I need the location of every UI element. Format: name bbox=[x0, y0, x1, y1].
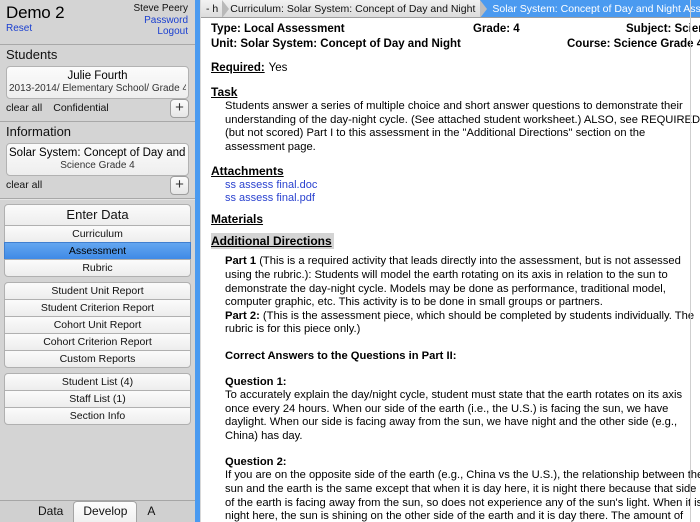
sidebar-filler bbox=[0, 425, 195, 500]
meta-type: Type: Local Assessment bbox=[211, 23, 345, 35]
user-name: Steve Peery bbox=[133, 3, 188, 14]
sidebar-item-staff-list[interactable]: Staff List (1) bbox=[4, 390, 191, 407]
part2-paragraph: Part 2: (This is the assessment piece, w… bbox=[211, 310, 700, 337]
sidebar-item-assessment[interactable]: Assessment bbox=[4, 242, 191, 259]
tab-develop[interactable]: Develop bbox=[73, 501, 138, 522]
students-confidential-link[interactable]: Confidential bbox=[53, 102, 108, 114]
question-1-text: To accurately explain the day/night cycl… bbox=[225, 388, 683, 442]
required-line: Required: Yes bbox=[211, 62, 700, 78]
breadcrumb-item-curriculum[interactable]: Curriculum: Solar System: Concept of Day… bbox=[222, 0, 488, 17]
sidebar-item-curriculum[interactable]: Curriculum bbox=[4, 225, 191, 242]
attachment-link-doc[interactable]: ss assess final.doc bbox=[211, 179, 700, 192]
required-value: Yes bbox=[268, 62, 288, 74]
user-block: Steve Peery Password Logout bbox=[134, 3, 188, 38]
information-card[interactable]: Solar System: Concept of Day and Night S… bbox=[6, 143, 189, 176]
sidebar: Demo 2 Steve Peery Password Logout Reset… bbox=[0, 0, 196, 522]
logout-link[interactable]: Logout bbox=[134, 26, 188, 38]
information-section-title: Information bbox=[0, 122, 195, 143]
attachments-heading: Attachments bbox=[211, 164, 284, 179]
breadcrumb-item-truncated[interactable]: - h bbox=[201, 0, 230, 17]
part1-label: Part 1 bbox=[225, 255, 257, 268]
meta-grade: Grade: 4 bbox=[473, 23, 520, 35]
sidebar-item-student-unit-report[interactable]: Student Unit Report bbox=[4, 282, 191, 299]
application-window: Demo 2 Steve Peery Password Logout Reset… bbox=[0, 0, 700, 522]
part2-label: Part 2: bbox=[225, 309, 260, 322]
meta-subject: Subject: Science bbox=[626, 23, 700, 35]
part1-paragraph: Part 1 (This is a required activity that… bbox=[211, 255, 700, 309]
meta-unit: Unit: Solar System: Concept of Day and N… bbox=[211, 38, 461, 50]
assessment-page-inner: Type: Local Assessment Grade: 4 Subject:… bbox=[211, 23, 700, 522]
students-clear-all-link[interactable]: clear all bbox=[6, 102, 42, 114]
students-section-title: Students bbox=[0, 45, 195, 66]
student-card-detail: 2013-2014/ Elementary School/ Grade 4 bbox=[9, 83, 186, 94]
bottom-tab-bar: Data Develop A bbox=[0, 500, 195, 522]
tab-data[interactable]: Data bbox=[28, 501, 73, 522]
question-1-label: Question 1: bbox=[225, 375, 287, 388]
part1-text: (This is a required activity that leads … bbox=[225, 255, 681, 309]
enter-data-header: Enter Data bbox=[4, 204, 191, 225]
content-right-rule bbox=[690, 0, 691, 522]
information-toolbar: clear all + bbox=[0, 176, 195, 198]
lists-group: Student List (4) Staff List (1) Section … bbox=[4, 373, 191, 425]
tab-a[interactable]: A bbox=[137, 501, 165, 522]
sidebar-item-rubric[interactable]: Rubric bbox=[4, 259, 191, 277]
materials-heading: Materials bbox=[211, 212, 264, 227]
task-text: Students answer a series of multiple cho… bbox=[225, 100, 700, 153]
students-toolbar: clear all Confidential + bbox=[0, 99, 195, 121]
sidebar-item-student-list[interactable]: Student List (4) bbox=[4, 373, 191, 390]
password-link[interactable]: Password bbox=[134, 15, 188, 27]
meta-row-2: Unit: Solar System: Concept of Day and N… bbox=[211, 38, 700, 53]
reports-group: Student Unit Report Student Criterion Re… bbox=[4, 282, 191, 368]
add-information-icon[interactable]: + bbox=[170, 176, 189, 195]
additional-directions-heading: Additional Directions bbox=[211, 233, 334, 250]
student-card-name: Julie Fourth bbox=[67, 70, 128, 82]
meta-course: Course: Science Grade 4 bbox=[567, 38, 700, 50]
sidebar-item-custom-reports[interactable]: Custom Reports bbox=[4, 350, 191, 368]
main-content: - h Curriculum: Solar System: Concept of… bbox=[201, 0, 700, 522]
information-card-title: Solar System: Concept of Day and Night bbox=[9, 147, 186, 159]
sidebar-item-cohort-unit-report[interactable]: Cohort Unit Report bbox=[4, 316, 191, 333]
meta-row-1: Type: Local Assessment Grade: 4 Subject:… bbox=[211, 23, 700, 38]
sidebar-item-student-criterion-report[interactable]: Student Criterion Report bbox=[4, 299, 191, 316]
sidebar-item-cohort-criterion-report[interactable]: Cohort Criterion Report bbox=[4, 333, 191, 350]
part2-text: (This is the assessment piece, which sho… bbox=[225, 309, 695, 336]
correct-answers-heading: Correct Answers to the Questions in Part… bbox=[225, 349, 457, 362]
reset-link[interactable]: Reset bbox=[6, 23, 32, 34]
sidebar-item-section-info[interactable]: Section Info bbox=[4, 407, 191, 425]
required-label: Required: bbox=[211, 62, 265, 74]
information-card-detail: Science Grade 4 bbox=[60, 160, 135, 171]
student-card[interactable]: Julie Fourth 2013-2014/ Elementary Schoo… bbox=[6, 66, 189, 99]
enter-data-group: Enter Data Curriculum Assessment Rubric bbox=[4, 204, 191, 277]
task-heading: Task bbox=[211, 85, 238, 99]
sidebar-header: Demo 2 Steve Peery Password Logout Reset bbox=[0, 0, 195, 44]
question-2-text: If you are on the opposite side of the e… bbox=[225, 469, 700, 522]
information-clear-all-link[interactable]: clear all bbox=[6, 179, 42, 191]
breadcrumb: - h Curriculum: Solar System: Concept of… bbox=[201, 0, 700, 18]
assessment-page: Type: Local Assessment Grade: 4 Subject:… bbox=[201, 18, 700, 522]
split-handle[interactable] bbox=[195, 0, 200, 522]
breadcrumb-item-current[interactable]: Solar System: Concept of Day and Night A… bbox=[480, 0, 700, 17]
attachment-link-pdf[interactable]: ss assess final.pdf bbox=[211, 192, 700, 205]
question-2-label: Question 2: bbox=[225, 456, 287, 469]
add-student-icon[interactable]: + bbox=[170, 99, 189, 118]
